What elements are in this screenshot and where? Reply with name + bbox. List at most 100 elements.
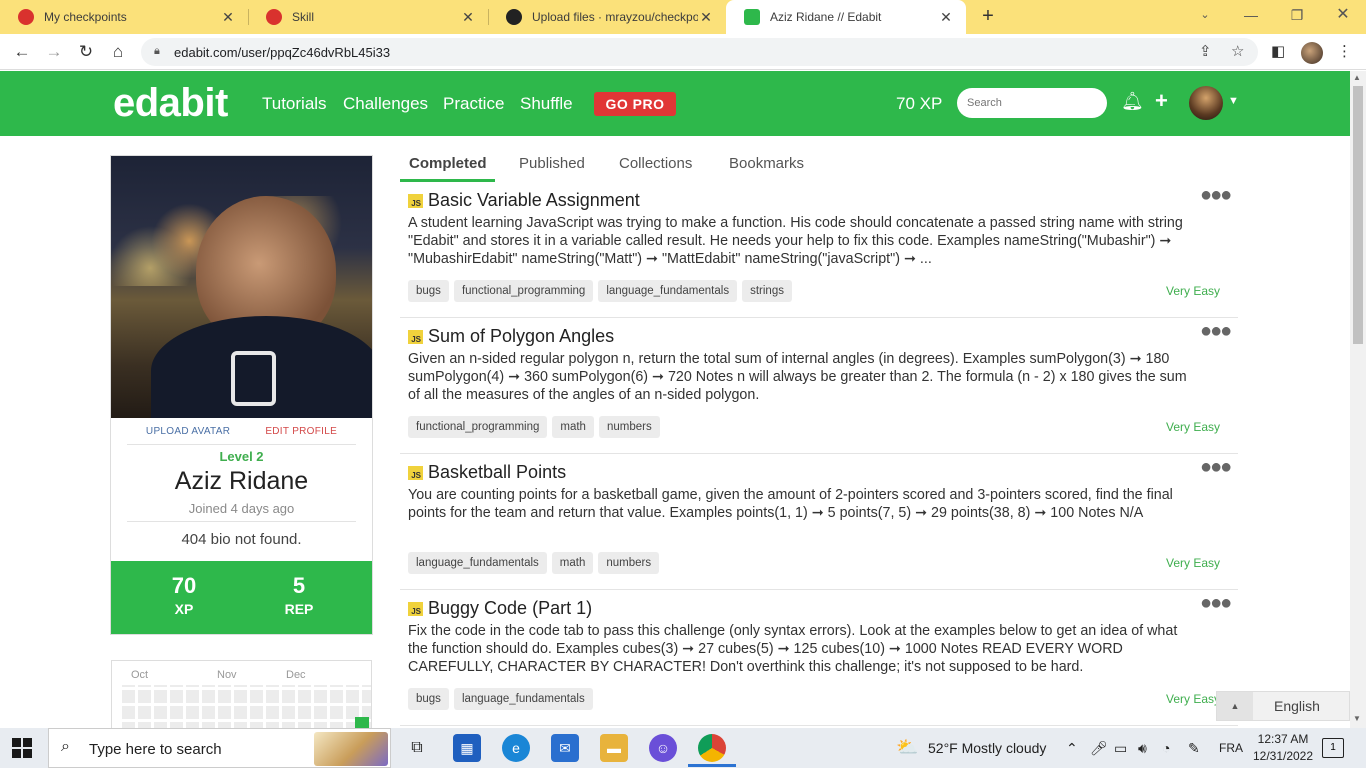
close-window-icon[interactable]: ✕ <box>1320 0 1366 34</box>
browser-tab-edabit[interactable]: Aziz Ridane // Edabit ✕ <box>726 0 966 34</box>
challenge-title[interactable]: Basketball Points <box>428 462 566 483</box>
store-icon[interactable]: ▦ <box>453 734 481 762</box>
scrollbar-thumb[interactable] <box>1353 86 1363 344</box>
notification-icon[interactable]: 1 <box>1322 738 1344 758</box>
url-text[interactable]: edabit.com/user/ppqZc46dvRbL45i33 <box>174 45 390 60</box>
reload-icon[interactable]: ↻ <box>74 40 98 64</box>
weather-icon[interactable]: ⛅ <box>896 737 918 758</box>
language-label[interactable]: English <box>1274 698 1320 714</box>
browser-tab-my-checkpoints[interactable]: My checkpoints ✕ <box>0 0 248 34</box>
challenge-title[interactable]: Sum of Polygon Angles <box>428 326 614 347</box>
file-explorer-icon[interactable]: ▬ <box>600 734 628 762</box>
bookmark-star-icon[interactable]: ☆ <box>1231 42 1244 60</box>
more-options-icon[interactable]: ●●● <box>1200 184 1232 207</box>
scroll-up-icon[interactable]: ▲ <box>1353 73 1361 82</box>
close-tab-icon[interactable]: ✕ <box>698 9 714 26</box>
go-pro-button[interactable]: GO PRO <box>594 92 676 116</box>
side-panel-icon[interactable]: ◧ <box>1271 42 1285 60</box>
discord-icon[interactable]: ☺ <box>649 734 677 762</box>
restore-icon[interactable]: ❐ <box>1274 0 1320 34</box>
wifi-icon[interactable]: ◔ <box>1162 740 1170 756</box>
tag[interactable]: numbers <box>598 552 660 574</box>
tag[interactable]: numbers <box>598 416 660 438</box>
edit-profile-link[interactable]: EDIT PROFILE <box>265 426 337 437</box>
search-highlight-image[interactable] <box>314 732 388 766</box>
edge-icon[interactable]: e <box>502 734 530 762</box>
user-avatar[interactable] <box>1189 86 1223 120</box>
profile-stats: 70 XP 5 REP <box>111 561 372 634</box>
address-bar[interactable]: 🔒︎ edabit.com/user/ppqZc46dvRbL45i33 ⇪ ☆ <box>141 38 1258 66</box>
browser-tab-skill[interactable]: Skill ✕ <box>248 0 488 34</box>
month-label: Dec <box>286 669 306 681</box>
tab-published[interactable]: Published <box>519 155 585 172</box>
close-tab-icon[interactable]: ✕ <box>938 9 954 26</box>
show-hidden-icons-icon[interactable]: ⌃ <box>1066 740 1078 757</box>
tag[interactable]: language_fundamentals <box>408 552 547 574</box>
minimize-icon[interactable]: — <box>1228 0 1274 34</box>
tab-collections[interactable]: Collections <box>619 155 692 172</box>
stat-xp: 70 XP <box>171 573 197 617</box>
tag[interactable]: functional_programming <box>453 280 594 302</box>
chrome-icon[interactable] <box>698 734 726 762</box>
scroll-down-icon[interactable]: ▼ <box>1353 714 1361 723</box>
nav-tutorials[interactable]: Tutorials <box>262 94 327 114</box>
new-tab-icon[interactable]: + <box>977 5 999 27</box>
activity-heatmap: Oct Nov Dec <box>111 660 372 730</box>
forward-arrow-icon[interactable]: → <box>42 40 66 64</box>
microphone-icon[interactable]: 🎤︎ <box>1090 740 1108 757</box>
challenge-title[interactable]: Basic Variable Assignment <box>428 190 640 211</box>
close-tab-icon[interactable]: ✕ <box>220 9 236 26</box>
challenge-item[interactable]: JS Basketball Points ●●● You are countin… <box>400 454 1238 590</box>
challenge-title[interactable]: Buggy Code (Part 1) <box>428 598 592 619</box>
pen-icon[interactable]: ✎ <box>1188 740 1200 757</box>
caret-down-icon[interactable]: ▼ <box>1228 95 1239 107</box>
edabit-logo[interactable]: edabit <box>113 81 228 126</box>
lock-icon[interactable]: 🔒︎ <box>154 45 160 58</box>
battery-icon[interactable]: ▭ <box>1114 740 1127 757</box>
tab-bookmarks[interactable]: Bookmarks <box>729 155 804 172</box>
system-clock[interactable]: 12:37 AM 12/31/2022 <box>1248 731 1318 765</box>
nav-shuffle[interactable]: Shuffle <box>520 94 573 114</box>
challenge-item[interactable]: JS Buggy Code (Part 1) ●●● Fix the code … <box>400 590 1238 726</box>
nav-challenges[interactable]: Challenges <box>343 94 428 114</box>
back-arrow-icon[interactable]: ← <box>10 40 34 64</box>
more-options-icon[interactable]: ●●● <box>1200 592 1232 615</box>
browser-profile-avatar[interactable] <box>1301 42 1323 64</box>
tab-completed[interactable]: Completed <box>409 155 487 172</box>
close-tab-icon[interactable]: ✕ <box>460 9 476 26</box>
challenge-item[interactable]: JS Sum of Polygon Angles ●●● Given an n-… <box>400 318 1238 454</box>
challenge-item[interactable]: JS Basic Variable Assignment ●●● A stude… <box>400 182 1238 318</box>
tag[interactable]: bugs <box>408 280 449 302</box>
more-options-icon[interactable]: ●●● <box>1200 456 1232 479</box>
volume-icon[interactable]: 🔊︎ <box>1138 740 1147 757</box>
tab-search-chevron-icon[interactable]: ⌄ <box>1182 0 1228 34</box>
caret-up-icon[interactable]: ▲ <box>1217 692 1253 720</box>
tag[interactable]: math <box>552 416 594 438</box>
tag[interactable]: math <box>551 552 594 574</box>
language-selector[interactable]: ▲ English <box>1216 691 1350 721</box>
tag[interactable]: strings <box>742 280 792 302</box>
share-icon[interactable]: ⇪ <box>1199 42 1212 60</box>
page-scrollbar[interactable]: ▲ ▼ <box>1350 71 1366 728</box>
tag[interactable]: functional_programming <box>408 416 548 438</box>
windows-start-icon[interactable] <box>12 738 32 758</box>
challenge-description: You are counting points for a basketball… <box>408 487 1173 521</box>
tag[interactable]: language_fundamentals <box>598 280 738 302</box>
task-view-icon[interactable]: ⧉ <box>403 734 431 762</box>
taskbar-search[interactable]: ⌕ Type here to search <box>48 728 391 768</box>
weather-text[interactable]: 52°F Mostly cloudy <box>928 740 1046 756</box>
search-input[interactable] <box>957 88 1107 118</box>
divider <box>127 521 356 522</box>
home-icon[interactable]: ⌂ <box>106 40 130 64</box>
keyboard-language[interactable]: FRA <box>1219 741 1243 755</box>
nav-practice[interactable]: Practice <box>443 94 504 114</box>
tag[interactable]: language_fundamentals <box>453 688 593 710</box>
bell-icon[interactable]: 🔔︎ <box>1121 91 1144 112</box>
plus-icon[interactable]: + <box>1155 88 1168 114</box>
mail-icon[interactable]: ✉ <box>551 734 579 762</box>
tag[interactable]: bugs <box>408 688 449 710</box>
browser-tab-github-upload[interactable]: Upload files · mrayzou/checkpoin ✕ <box>488 0 726 34</box>
upload-avatar-link[interactable]: UPLOAD AVATAR <box>146 426 230 437</box>
more-options-icon[interactable]: ●●● <box>1200 320 1232 343</box>
browser-menu-icon[interactable]: ⋮ <box>1337 42 1352 60</box>
